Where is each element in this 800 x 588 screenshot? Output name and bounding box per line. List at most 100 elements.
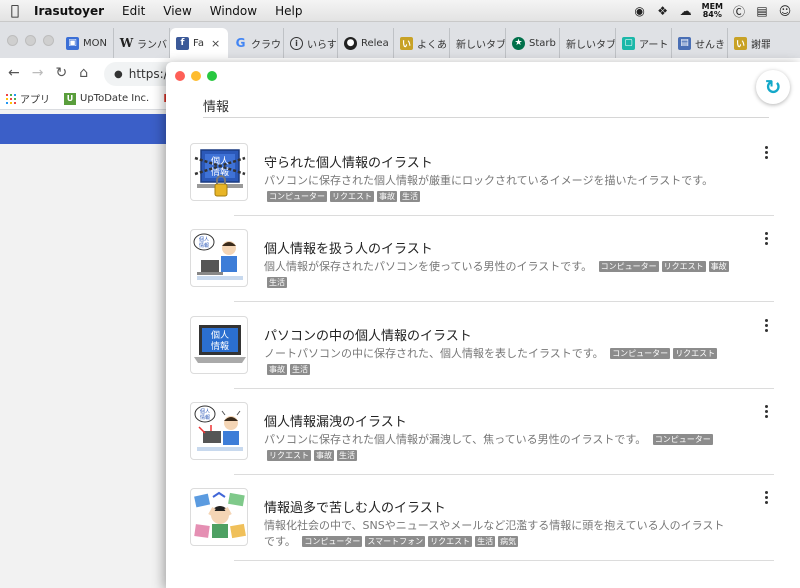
tab-irasutoya-info[interactable]: i いらす — [284, 28, 338, 58]
tab-label: 新しいタブ — [566, 39, 616, 51]
tab-new-1[interactable]: 新しいタブ — [450, 28, 506, 58]
tab-faq[interactable]: い よくあ — [394, 28, 450, 58]
art-icon: ▢ — [622, 36, 635, 50]
tag[interactable]: 事故 — [267, 364, 287, 375]
tag[interactable]: コンピューター — [598, 261, 659, 272]
menu-window[interactable]: Window — [201, 4, 266, 18]
list-item[interactable]: 個人 情報 個人情報を扱う人のイラスト 個人情報が保存されたパソコンを使っている… — [190, 229, 790, 315]
description-text: 個人情報が保存されたパソコンを使っている男性のイラストです。 — [264, 260, 593, 273]
tag[interactable]: 生活 — [290, 364, 310, 375]
item-title[interactable]: 情報過多で苦しむ人のイラスト — [264, 497, 446, 516]
tab-new-2[interactable]: 新しいタブ — [560, 28, 616, 58]
refresh-icon[interactable]: ↻ — [756, 70, 790, 104]
clipboard-icon[interactable]: ▤ — [755, 4, 769, 18]
close-tab-icon[interactable]: × — [211, 37, 220, 50]
irasutoya-icon: い — [734, 36, 747, 50]
heading-divider — [203, 117, 769, 118]
back-icon[interactable]: ← — [8, 65, 20, 81]
item-description: 個人情報が保存されたパソコンを使っている男性のイラストです。 コンピューター リク… — [264, 259, 730, 291]
info-icon: i — [290, 36, 303, 50]
svg-text:個人: 個人 — [199, 236, 209, 243]
apple-menu-icon[interactable]:  — [0, 3, 30, 19]
minimize-button[interactable] — [191, 71, 201, 81]
item-divider — [234, 388, 774, 389]
item-divider — [234, 215, 774, 216]
item-title[interactable]: 守られた個人情報のイラスト — [264, 152, 433, 171]
zoom-button[interactable] — [207, 71, 217, 81]
tag[interactable]: スマートフォン — [365, 536, 426, 547]
tag[interactable]: リクエスト — [267, 450, 311, 461]
tab-wikipedia[interactable]: W ランバ — [114, 28, 170, 58]
dropbox-icon[interactable]: ❖ — [656, 4, 670, 18]
app-menu[interactable]: Irasutoyer — [30, 4, 113, 18]
section-heading: 情報 — [203, 100, 230, 115]
more-options-icon[interactable] — [758, 229, 774, 247]
tab-art[interactable]: ▢ アート — [616, 28, 672, 58]
tag[interactable]: 生活 — [400, 191, 420, 202]
close-button[interactable] — [175, 71, 185, 81]
list-item[interactable]: 個人 情報 守られた個人情報のイラスト パソコンに保存された個人情報が厳重にロッ… — [190, 143, 790, 229]
irasutoya-icon: い — [400, 36, 413, 50]
home-icon[interactable]: ⌂ — [79, 65, 88, 81]
tab-facebook[interactable]: f Fa × — [170, 28, 228, 58]
more-options-icon[interactable] — [758, 316, 774, 334]
memory-monitor[interactable]: MEM 84% — [702, 3, 723, 19]
tag[interactable]: コンピューター — [302, 536, 363, 547]
tab-senki[interactable]: ▤ せんき — [672, 28, 728, 58]
tab-github[interactable]: ● Relea — [338, 28, 394, 58]
browser-minimize-button[interactable] — [25, 34, 36, 46]
status-area: ◉ ❖ ☁ MEM 84% Ⓒ ▤ ☺ — [633, 0, 792, 22]
item-title[interactable]: 個人情報漏洩のイラスト — [264, 411, 407, 430]
laptop-personal-info-icon: 個人 情報 — [190, 316, 248, 374]
item-description: ノートパソコンの中に保存された、個人情報を表したイラストです。 コンピューターリ… — [264, 346, 730, 378]
tag[interactable]: 事故 — [377, 191, 397, 202]
tag[interactable]: 事故 — [708, 261, 729, 272]
tab-mon[interactable]: ▣ MON — [60, 28, 114, 58]
user-icon[interactable]: ☺ — [778, 4, 792, 18]
menu-edit[interactable]: Edit — [113, 4, 154, 18]
reload-page-icon[interactable]: ↻ — [55, 65, 67, 81]
item-description: パソコンに保存された個人情報が厳重にロックされているイメージを描いたイラストです… — [264, 173, 730, 205]
forward-icon[interactable]: → — [32, 65, 44, 81]
tag[interactable]: 病気 — [498, 536, 519, 547]
menu-help[interactable]: Help — [266, 4, 311, 18]
item-title[interactable]: パソコンの中の個人情報のイラスト — [264, 325, 472, 344]
item-title[interactable]: 個人情報を扱う人のイラスト — [264, 238, 433, 257]
tag[interactable]: リクエスト — [661, 261, 706, 272]
man-with-laptop-icon: 個人 情報 — [190, 229, 248, 287]
apps-grid-icon — [6, 93, 16, 104]
more-options-icon[interactable] — [758, 143, 774, 161]
wikipedia-icon: W — [119, 36, 134, 50]
irasutoyer-window: ↻ 情報 個人 情報 守られた個人情報のイラスト パソコンに保存された個人情報が… — [166, 62, 800, 588]
tag[interactable]: リクエスト — [673, 348, 718, 359]
list-item[interactable]: 個人 情報 個人情報漏洩のイラスト パソコンに保存された個人情報が漏洩して、焦っ… — [190, 402, 790, 488]
evernote-icon[interactable]: ◉ — [633, 4, 647, 18]
tag[interactable]: コンピューター — [652, 434, 713, 445]
browser-zoom-button[interactable] — [43, 34, 54, 46]
browser-close-button[interactable] — [7, 34, 18, 46]
tab-starbucks[interactable]: ★ Starb — [506, 28, 560, 58]
translate-icon[interactable]: Ⓒ — [732, 4, 746, 19]
cloud-icon[interactable]: ☁ — [679, 4, 693, 18]
tag[interactable]: 生活 — [475, 536, 496, 547]
more-options-icon[interactable] — [758, 488, 774, 506]
tag[interactable]: 事故 — [314, 450, 334, 461]
menu-view[interactable]: View — [154, 4, 200, 18]
more-options-icon[interactable] — [758, 402, 774, 420]
tag[interactable]: 生活 — [267, 277, 287, 288]
tag[interactable]: リクエスト — [330, 191, 374, 202]
google-icon: G — [235, 36, 246, 50]
list-item[interactable]: 個人 情報 パソコンの中の個人情報のイラスト ノートパソコンの中に保存された、個… — [190, 316, 790, 402]
tag[interactable]: コンピューター — [610, 348, 671, 359]
bookmark-label: アプリ — [20, 95, 50, 106]
bookmark-uptodate[interactable]: U UpToDate Inc. — [64, 92, 149, 105]
tab-google[interactable]: G クラウ — [228, 28, 284, 58]
tab-apology[interactable]: い 謝罪を — [728, 28, 770, 58]
list-item[interactable]: 情報過多で苦しむ人のイラスト 情報化社会の中で、SNSやニュースやメールなど氾濫… — [190, 488, 790, 574]
url-text: https:/ — [128, 67, 168, 81]
tag[interactable]: リクエスト — [428, 536, 473, 547]
tag[interactable]: コンピューター — [267, 191, 327, 202]
locked-personal-info-icon: 個人 情報 — [190, 143, 248, 201]
tag[interactable]: 生活 — [337, 450, 357, 461]
bookmark-apps[interactable]: アプリ — [6, 91, 50, 106]
